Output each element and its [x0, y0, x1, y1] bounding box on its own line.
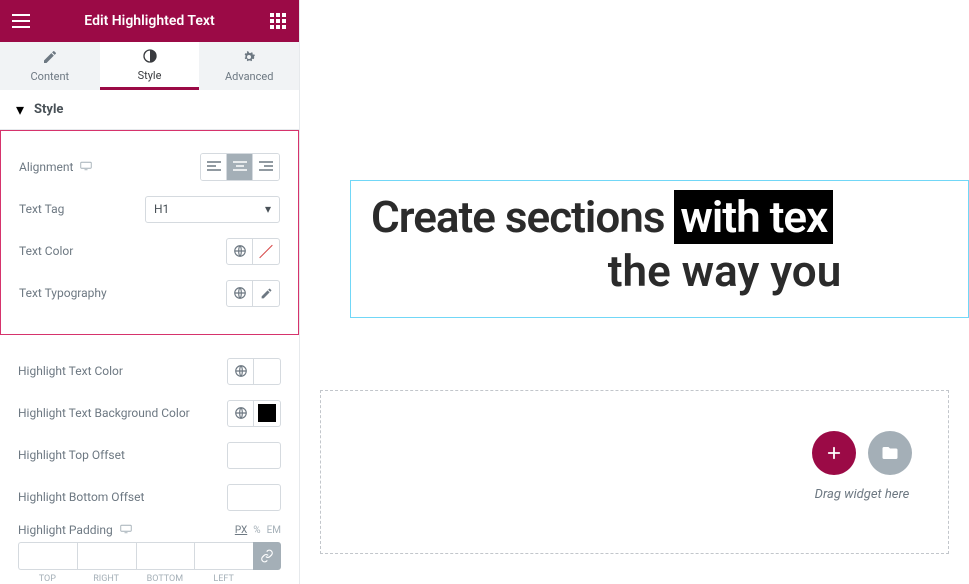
sidebar-header: Edit Highlighted Text — [0, 0, 299, 42]
add-section-button[interactable] — [812, 431, 856, 475]
tab-content[interactable]: Content — [0, 42, 100, 90]
desktop-icon[interactable] — [120, 523, 132, 537]
apps-grid-icon[interactable] — [267, 10, 289, 32]
tab-style[interactable]: Style — [100, 42, 200, 90]
text-color-picker[interactable] — [253, 238, 280, 265]
pencil-icon — [42, 49, 58, 68]
text-color-label: Text Color — [19, 244, 73, 258]
padding-bottom-input[interactable] — [136, 542, 195, 570]
control-text-tag: Text Tag H1 ▾ — [19, 188, 280, 230]
highlight-top-offset-input[interactable] — [227, 442, 281, 469]
align-right-button[interactable] — [253, 154, 279, 180]
tab-label: Style — [138, 69, 162, 82]
padding-right-label: RIGHT — [93, 574, 119, 584]
highlight-text-color-label: Highlight Text Color — [18, 364, 123, 378]
text-tag-label: Text Tag — [19, 202, 64, 216]
drag-widget-text: Drag widget here — [815, 487, 910, 502]
padding-bottom-label: BOTTOM — [147, 574, 183, 584]
align-center-button[interactable] — [227, 154, 253, 180]
highlight-bg-color-picker[interactable] — [254, 400, 281, 427]
tab-label: Content — [31, 70, 70, 83]
preview-line2: the way you — [371, 245, 968, 297]
typography-edit-button[interactable] — [253, 280, 280, 307]
control-highlight-top-offset: Highlight Top Offset — [18, 434, 281, 476]
control-highlight-bg-color: Highlight Text Background Color — [18, 392, 281, 434]
contrast-icon — [142, 48, 158, 67]
highlighted-controls-group: Alignment Text Tag H1 ▾ Text Color — [0, 130, 299, 335]
desktop-icon[interactable] — [80, 160, 92, 174]
highlight-top-offset-label: Highlight Top Offset — [18, 448, 125, 462]
text-typography-label: Text Typography — [19, 286, 107, 300]
tabs: Content Style Advanced — [0, 42, 299, 90]
preview-highlight: with tex — [674, 190, 833, 244]
control-highlight-bottom-offset: Highlight Bottom Offset — [18, 476, 281, 518]
alignment-label: Alignment — [19, 160, 73, 174]
padding-top-input[interactable] — [18, 542, 77, 570]
padding-inputs: TOP RIGHT BOTTOM LEFT — [18, 542, 281, 584]
link-values-button[interactable] — [253, 542, 281, 570]
global-highlight-color-button[interactable] — [227, 358, 254, 385]
control-text-typography: Text Typography — [19, 272, 280, 314]
highlight-bottom-offset-label: Highlight Bottom Offset — [18, 490, 144, 504]
text-tag-select[interactable]: H1 ▾ — [145, 196, 280, 223]
unit-em[interactable]: EM — [267, 525, 281, 536]
empty-section[interactable]: Drag widget here — [320, 390, 949, 554]
gear-icon — [241, 49, 257, 68]
hamburger-icon[interactable] — [10, 10, 32, 32]
highlight-bg-color-label: Highlight Text Background Color — [18, 406, 190, 420]
unit-px[interactable]: PX — [235, 525, 247, 536]
canvas: Create sections with tex the way you Dra… — [300, 0, 969, 584]
preview-before: Create sections — [371, 191, 674, 243]
highlight-text-color-picker[interactable] — [254, 358, 281, 385]
control-highlight-text-color: Highlight Text Color — [18, 350, 281, 392]
controls-container: Alignment Text Tag H1 ▾ Text Color — [0, 130, 299, 584]
template-library-button[interactable] — [868, 431, 912, 475]
align-left-button[interactable] — [201, 154, 227, 180]
control-alignment: Alignment — [19, 146, 280, 188]
highlighted-text-widget[interactable]: Create sections with tex the way you — [350, 180, 969, 318]
chevron-down-icon: ▾ — [265, 202, 271, 216]
control-text-color: Text Color — [19, 230, 280, 272]
unit-switcher: PX % EM — [235, 522, 281, 538]
preview-line1: Create sections with tex — [371, 191, 968, 243]
padding-top-label: TOP — [39, 574, 56, 584]
global-typography-button[interactable] — [226, 280, 253, 307]
alignment-group — [200, 153, 280, 181]
padding-left-label: LEFT — [213, 574, 233, 584]
editor-sidebar: Edit Highlighted Text Content Style Adva… — [0, 0, 300, 584]
section-title: Style — [34, 102, 63, 117]
highlight-padding-label: Highlight Padding — [18, 523, 113, 537]
padding-right-input[interactable] — [77, 542, 136, 570]
swatch-black — [258, 404, 276, 422]
padding-left-input[interactable] — [194, 542, 253, 570]
text-tag-value: H1 — [154, 202, 169, 216]
tab-advanced[interactable]: Advanced — [199, 42, 299, 90]
caret-down-icon: ▾ — [16, 100, 24, 119]
unit-percent[interactable]: % — [253, 525, 260, 536]
section-toggle-style[interactable]: ▾ Style — [0, 90, 299, 130]
highlight-bottom-offset-input[interactable] — [227, 484, 281, 511]
more-controls: Highlight Text Color Highlight Text Back… — [0, 335, 299, 584]
global-highlight-bg-button[interactable] — [227, 400, 254, 427]
global-color-button[interactable] — [226, 238, 253, 265]
panel-title: Edit Highlighted Text — [84, 13, 214, 29]
tab-label: Advanced — [225, 70, 273, 83]
